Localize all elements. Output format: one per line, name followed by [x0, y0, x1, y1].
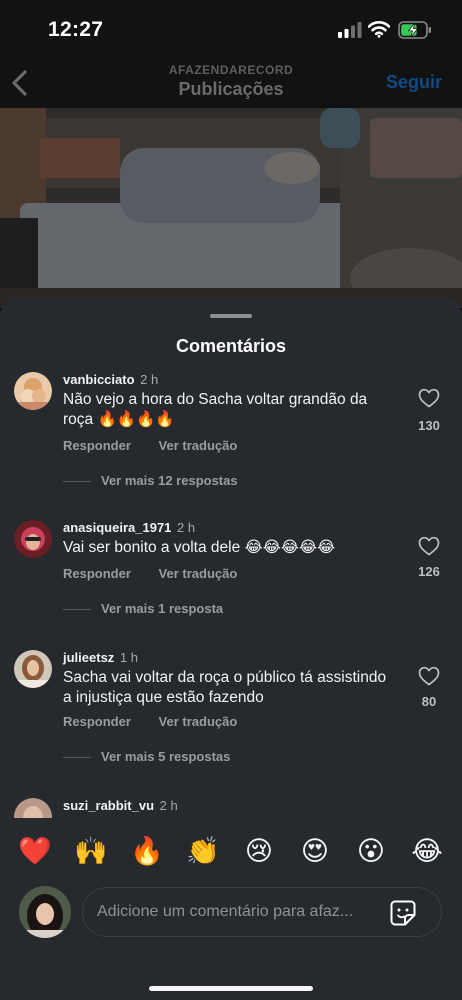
- avatar[interactable]: [14, 372, 52, 410]
- reaction-raised-hands[interactable]: 🙌: [74, 834, 108, 868]
- reply-button[interactable]: Responder: [63, 438, 131, 453]
- current-user-avatar: [19, 886, 71, 938]
- comment-header: julieetsz 1 h: [63, 650, 138, 665]
- post-image: [0, 108, 462, 308]
- replies-divider: [63, 609, 91, 611]
- comment-time: 2 h: [140, 372, 159, 387]
- reaction-crying[interactable]: 😢: [242, 834, 276, 868]
- comment-input-container: [82, 887, 442, 937]
- comment-composer: [0, 884, 462, 940]
- comment-list[interactable]: vanbicciato 2 h Não vejo a hora do Sacha…: [0, 368, 462, 818]
- sheet-drag-handle[interactable]: [210, 314, 252, 318]
- heart-outline-icon[interactable]: [418, 388, 440, 408]
- comment-text: Não vejo a hora do Sacha voltar grandão …: [63, 391, 368, 428]
- comment-username[interactable]: vanbicciato: [63, 372, 135, 387]
- comment-time: 1 h: [119, 650, 138, 665]
- status-time: 12:27: [48, 18, 104, 41]
- see-translation-button[interactable]: Ver tradução: [159, 714, 238, 729]
- reaction-clapping[interactable]: 👏: [186, 834, 220, 868]
- like-count: 130: [418, 418, 440, 433]
- battery-charging-icon: [398, 21, 431, 39]
- view-replies-button[interactable]: Ver mais 5 respostas: [63, 749, 230, 764]
- comments-sheet: Comentários vanbicciato 2 h Não vejo a h…: [0, 298, 462, 1000]
- comment-username[interactable]: julieetsz: [63, 650, 114, 665]
- header: AFAZENDARECORD Publicações Seguir: [0, 60, 462, 110]
- like-count: 80: [421, 694, 437, 709]
- reaction-heart-eyes[interactable]: 😍: [298, 834, 332, 868]
- post-image-scene: [0, 108, 462, 308]
- reaction-fire[interactable]: 🔥: [130, 834, 164, 868]
- heart-outline-icon[interactable]: [418, 666, 440, 686]
- reaction-heart[interactable]: ❤️: [18, 834, 52, 868]
- view-replies-label: Ver mais 5 respostas: [101, 749, 231, 764]
- signal-icon: [338, 22, 362, 38]
- replies-divider: [63, 481, 91, 483]
- comment-username[interactable]: suzi_rabbit_vu: [63, 798, 154, 813]
- status-bar: 12:27: [0, 0, 462, 60]
- comment-time: 2 h: [159, 798, 178, 813]
- comment-input[interactable]: [97, 888, 387, 936]
- comment-actions: Responder Ver tradução: [63, 566, 237, 581]
- reaction-surprised[interactable]: 😮: [354, 834, 388, 868]
- comment-header: vanbicciato 2 h: [63, 372, 158, 387]
- replies-divider: [63, 757, 91, 759]
- comment-actions: Responder Ver tradução: [63, 714, 237, 729]
- reply-button[interactable]: Responder: [63, 714, 131, 729]
- wifi-icon: [368, 21, 390, 38]
- view-replies-label: Ver mais 1 resposta: [101, 601, 224, 616]
- heart-outline-icon[interactable]: [418, 536, 440, 556]
- avatar[interactable]: [14, 520, 52, 558]
- view-replies-button[interactable]: Ver mais 1 resposta: [63, 601, 223, 616]
- comment-text: Sacha vai voltar da roça o público tá as…: [63, 669, 387, 706]
- comment-actions: Responder Ver tradução: [63, 438, 237, 453]
- sheet-title: Comentários: [175, 336, 287, 356]
- see-translation-button[interactable]: Ver tradução: [159, 438, 238, 453]
- view-replies-label: Ver mais 12 respostas: [101, 473, 238, 488]
- view-replies-button[interactable]: Ver mais 12 respostas: [63, 473, 238, 488]
- quick-reactions-bar: ❤️ 🙌 🔥 👏 😢 😍 😮 😂: [0, 834, 462, 868]
- sticker-icon[interactable]: [389, 899, 417, 927]
- follow-button[interactable]: Seguir: [386, 72, 442, 93]
- comment-text: Vai ser bonito a volta dele 😂😂😂😂😂: [63, 539, 336, 556]
- comment-header: suzi_rabbit_vu 2 h: [63, 798, 178, 813]
- reply-button[interactable]: Responder: [63, 566, 131, 581]
- comment-header: anasiqueira_1971 2 h: [63, 520, 195, 535]
- reaction-laughing[interactable]: 😂: [410, 834, 444, 868]
- like-count: 126: [418, 564, 440, 579]
- see-translation-button[interactable]: Ver tradução: [159, 566, 238, 581]
- avatar[interactable]: [14, 650, 52, 688]
- comment-username[interactable]: anasiqueira_1971: [63, 520, 171, 535]
- home-indicator[interactable]: [149, 986, 313, 991]
- comment-time: 2 h: [177, 520, 196, 535]
- avatar[interactable]: [14, 798, 52, 818]
